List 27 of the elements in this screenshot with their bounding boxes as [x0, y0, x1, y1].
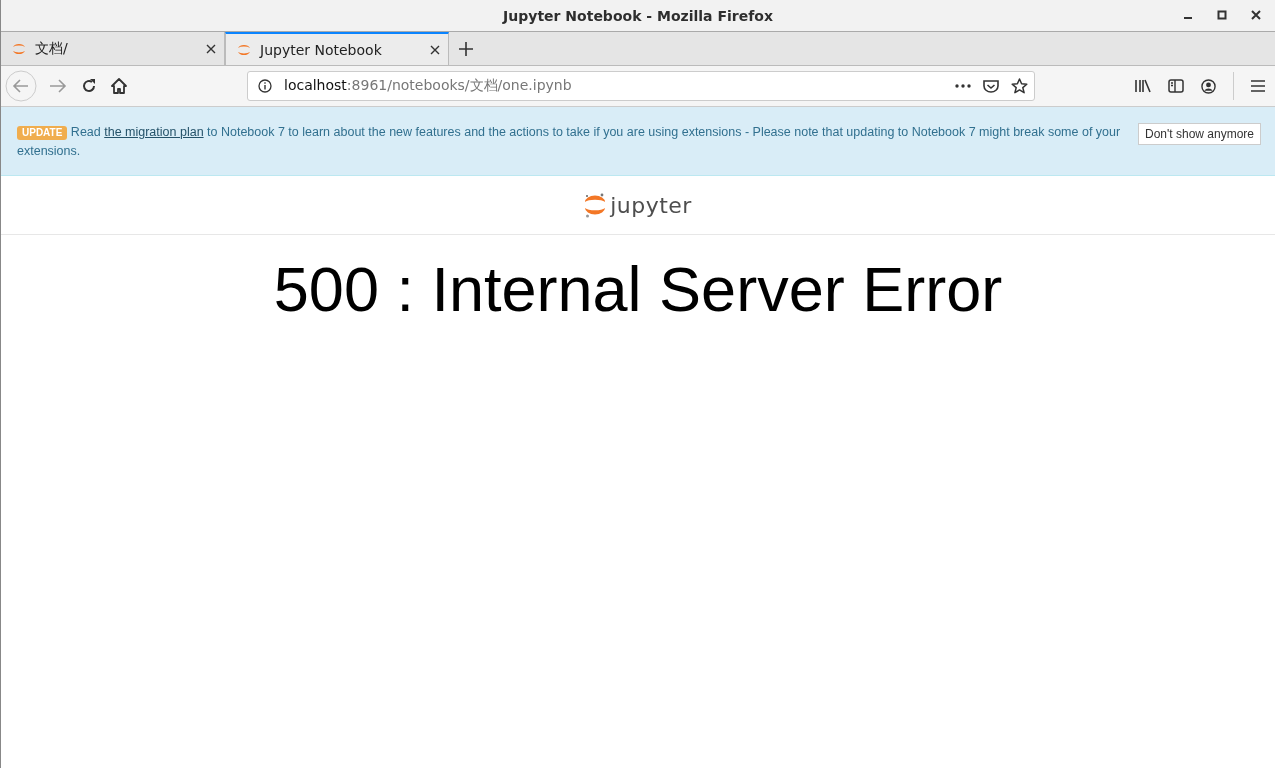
new-tab-icon[interactable] — [459, 41, 473, 56]
url-text: localhost:8961/notebooks/文档/one.ipynb — [284, 77, 573, 95]
jupyter-logo-icon — [584, 192, 607, 218]
update-badge: UPDATE — [17, 126, 68, 140]
close-tab-icon[interactable] — [430, 44, 440, 55]
migration-plan-link[interactable]: the migration plan — [104, 125, 204, 139]
update-message: UPDATE Read the migration plan to Notebook 7 to learn about the new features and the actions to take if you are using extensions - Please note that updating to Notebook 7 might break some of your extensions. — [17, 124, 1122, 160]
browser-tab[interactable]: Jupyter Notebook — [225, 32, 449, 65]
maximize-icon[interactable] — [1217, 10, 1227, 20]
more-dots-icon[interactable] — [955, 84, 971, 88]
error-heading: 500 : Internal Server Error — [272, 253, 1004, 325]
reload-icon[interactable] — [81, 78, 97, 94]
window-title: Jupyter Notebook - Mozilla Firefox — [503, 7, 773, 24]
pocket-icon[interactable] — [983, 78, 999, 94]
home-icon[interactable] — [111, 78, 127, 94]
sidebar-icon[interactable] — [1168, 79, 1184, 93]
info-icon[interactable] — [258, 79, 272, 93]
close-icon[interactable] — [1251, 10, 1261, 20]
jupyter-wordmark: jupyter — [610, 192, 692, 218]
account-icon[interactable] — [1201, 78, 1216, 94]
address-bar[interactable]: localhost:8961/notebooks/文档/one.ipynb — [247, 71, 1035, 101]
star-icon[interactable] — [1011, 78, 1028, 94]
forward-arrow-icon[interactable] — [49, 78, 67, 94]
dont-show-button[interactable]: Don't show anymore — [1138, 123, 1261, 145]
library-icon[interactable] — [1135, 79, 1151, 93]
close-tab-icon[interactable] — [206, 43, 216, 54]
menu-icon[interactable] — [1251, 80, 1265, 92]
